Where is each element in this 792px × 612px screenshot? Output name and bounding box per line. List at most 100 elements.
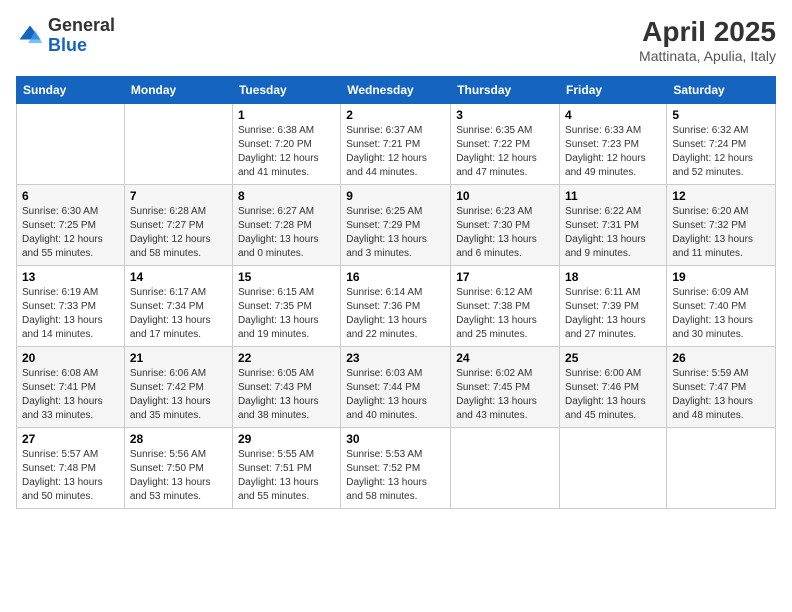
day-number: 19	[672, 270, 770, 284]
day-info: Sunrise: 6:02 AMSunset: 7:45 PMDaylight:…	[456, 368, 537, 421]
calendar-cell: 12 Sunrise: 6:20 AMSunset: 7:32 PMDaylig…	[667, 185, 776, 266]
day-number: 27	[22, 432, 119, 446]
day-info: Sunrise: 6:22 AMSunset: 7:31 PMDaylight:…	[565, 206, 646, 259]
calendar-cell: 24 Sunrise: 6:02 AMSunset: 7:45 PMDaylig…	[451, 347, 560, 428]
calendar-cell: 25 Sunrise: 6:00 AMSunset: 7:46 PMDaylig…	[560, 347, 667, 428]
day-info: Sunrise: 6:30 AMSunset: 7:25 PMDaylight:…	[22, 206, 103, 259]
day-info: Sunrise: 6:09 AMSunset: 7:40 PMDaylight:…	[672, 287, 753, 340]
col-thursday: Thursday	[451, 77, 560, 104]
col-sunday: Sunday	[17, 77, 125, 104]
day-number: 16	[346, 270, 445, 284]
day-info: Sunrise: 6:38 AMSunset: 7:20 PMDaylight:…	[238, 125, 319, 178]
day-number: 3	[456, 108, 554, 122]
day-number: 1	[238, 108, 335, 122]
day-info: Sunrise: 6:19 AMSunset: 7:33 PMDaylight:…	[22, 287, 103, 340]
day-number: 11	[565, 189, 661, 203]
calendar-cell: 17 Sunrise: 6:12 AMSunset: 7:38 PMDaylig…	[451, 266, 560, 347]
calendar-cell: 20 Sunrise: 6:08 AMSunset: 7:41 PMDaylig…	[17, 347, 125, 428]
day-info: Sunrise: 6:03 AMSunset: 7:44 PMDaylight:…	[346, 368, 427, 421]
day-number: 9	[346, 189, 445, 203]
calendar-cell: 27 Sunrise: 5:57 AMSunset: 7:48 PMDaylig…	[17, 428, 125, 509]
calendar-cell: 22 Sunrise: 6:05 AMSunset: 7:43 PMDaylig…	[232, 347, 340, 428]
day-number: 6	[22, 189, 119, 203]
calendar-cell: 23 Sunrise: 6:03 AMSunset: 7:44 PMDaylig…	[341, 347, 451, 428]
day-info: Sunrise: 6:06 AMSunset: 7:42 PMDaylight:…	[130, 368, 211, 421]
calendar-cell: 18 Sunrise: 6:11 AMSunset: 7:39 PMDaylig…	[560, 266, 667, 347]
calendar-cell: 26 Sunrise: 5:59 AMSunset: 7:47 PMDaylig…	[667, 347, 776, 428]
month-title: April 2025	[639, 16, 776, 48]
day-number: 24	[456, 351, 554, 365]
day-number: 12	[672, 189, 770, 203]
logo-icon	[16, 22, 44, 50]
day-number: 7	[130, 189, 227, 203]
day-info: Sunrise: 6:33 AMSunset: 7:23 PMDaylight:…	[565, 125, 646, 178]
day-info: Sunrise: 5:59 AMSunset: 7:47 PMDaylight:…	[672, 368, 753, 421]
calendar-cell: 4 Sunrise: 6:33 AMSunset: 7:23 PMDayligh…	[560, 104, 667, 185]
week-row-2: 6 Sunrise: 6:30 AMSunset: 7:25 PMDayligh…	[17, 185, 776, 266]
calendar-cell: 19 Sunrise: 6:09 AMSunset: 7:40 PMDaylig…	[667, 266, 776, 347]
location: Mattinata, Apulia, Italy	[639, 48, 776, 64]
day-info: Sunrise: 6:32 AMSunset: 7:24 PMDaylight:…	[672, 125, 753, 178]
header: General Blue April 2025 Mattinata, Apuli…	[16, 16, 776, 64]
day-number: 30	[346, 432, 445, 446]
day-info: Sunrise: 5:57 AMSunset: 7:48 PMDaylight:…	[22, 449, 103, 502]
day-info: Sunrise: 6:23 AMSunset: 7:30 PMDaylight:…	[456, 206, 537, 259]
calendar-cell: 10 Sunrise: 6:23 AMSunset: 7:30 PMDaylig…	[451, 185, 560, 266]
week-row-3: 13 Sunrise: 6:19 AMSunset: 7:33 PMDaylig…	[17, 266, 776, 347]
col-tuesday: Tuesday	[232, 77, 340, 104]
day-number: 23	[346, 351, 445, 365]
day-number: 20	[22, 351, 119, 365]
day-info: Sunrise: 6:37 AMSunset: 7:21 PMDaylight:…	[346, 125, 427, 178]
calendar-cell: 21 Sunrise: 6:06 AMSunset: 7:42 PMDaylig…	[124, 347, 232, 428]
day-number: 14	[130, 270, 227, 284]
day-info: Sunrise: 6:27 AMSunset: 7:28 PMDaylight:…	[238, 206, 319, 259]
day-info: Sunrise: 6:08 AMSunset: 7:41 PMDaylight:…	[22, 368, 103, 421]
day-info: Sunrise: 6:17 AMSunset: 7:34 PMDaylight:…	[130, 287, 211, 340]
calendar-cell: 1 Sunrise: 6:38 AMSunset: 7:20 PMDayligh…	[232, 104, 340, 185]
day-info: Sunrise: 6:12 AMSunset: 7:38 PMDaylight:…	[456, 287, 537, 340]
calendar-table: Sunday Monday Tuesday Wednesday Thursday…	[16, 76, 776, 509]
calendar-cell	[560, 428, 667, 509]
calendar-cell: 29 Sunrise: 5:55 AMSunset: 7:51 PMDaylig…	[232, 428, 340, 509]
day-number: 18	[565, 270, 661, 284]
calendar-cell	[667, 428, 776, 509]
day-info: Sunrise: 6:15 AMSunset: 7:35 PMDaylight:…	[238, 287, 319, 340]
calendar-cell: 8 Sunrise: 6:27 AMSunset: 7:28 PMDayligh…	[232, 185, 340, 266]
calendar-header-row: Sunday Monday Tuesday Wednesday Thursday…	[17, 77, 776, 104]
day-number: 15	[238, 270, 335, 284]
title-block: April 2025 Mattinata, Apulia, Italy	[639, 16, 776, 64]
logo: General Blue	[16, 16, 115, 56]
day-info: Sunrise: 6:25 AMSunset: 7:29 PMDaylight:…	[346, 206, 427, 259]
logo-text: General Blue	[48, 16, 115, 56]
calendar-cell	[124, 104, 232, 185]
week-row-5: 27 Sunrise: 5:57 AMSunset: 7:48 PMDaylig…	[17, 428, 776, 509]
day-info: Sunrise: 6:35 AMSunset: 7:22 PMDaylight:…	[456, 125, 537, 178]
logo-blue-text: Blue	[48, 35, 87, 55]
page: General Blue April 2025 Mattinata, Apuli…	[0, 0, 792, 612]
calendar-cell: 28 Sunrise: 5:56 AMSunset: 7:50 PMDaylig…	[124, 428, 232, 509]
calendar-cell: 13 Sunrise: 6:19 AMSunset: 7:33 PMDaylig…	[17, 266, 125, 347]
calendar-cell: 15 Sunrise: 6:15 AMSunset: 7:35 PMDaylig…	[232, 266, 340, 347]
day-number: 10	[456, 189, 554, 203]
day-number: 25	[565, 351, 661, 365]
calendar-cell: 3 Sunrise: 6:35 AMSunset: 7:22 PMDayligh…	[451, 104, 560, 185]
calendar-cell: 7 Sunrise: 6:28 AMSunset: 7:27 PMDayligh…	[124, 185, 232, 266]
day-number: 4	[565, 108, 661, 122]
col-wednesday: Wednesday	[341, 77, 451, 104]
day-number: 8	[238, 189, 335, 203]
day-number: 26	[672, 351, 770, 365]
calendar-cell: 30 Sunrise: 5:53 AMSunset: 7:52 PMDaylig…	[341, 428, 451, 509]
week-row-4: 20 Sunrise: 6:08 AMSunset: 7:41 PMDaylig…	[17, 347, 776, 428]
calendar-cell: 11 Sunrise: 6:22 AMSunset: 7:31 PMDaylig…	[560, 185, 667, 266]
week-row-1: 1 Sunrise: 6:38 AMSunset: 7:20 PMDayligh…	[17, 104, 776, 185]
day-number: 2	[346, 108, 445, 122]
calendar-cell	[451, 428, 560, 509]
calendar-cell: 14 Sunrise: 6:17 AMSunset: 7:34 PMDaylig…	[124, 266, 232, 347]
col-saturday: Saturday	[667, 77, 776, 104]
col-friday: Friday	[560, 77, 667, 104]
logo-general-text: General	[48, 15, 115, 35]
day-info: Sunrise: 6:28 AMSunset: 7:27 PMDaylight:…	[130, 206, 211, 259]
calendar-cell: 16 Sunrise: 6:14 AMSunset: 7:36 PMDaylig…	[341, 266, 451, 347]
calendar-cell: 9 Sunrise: 6:25 AMSunset: 7:29 PMDayligh…	[341, 185, 451, 266]
day-info: Sunrise: 5:55 AMSunset: 7:51 PMDaylight:…	[238, 449, 319, 502]
